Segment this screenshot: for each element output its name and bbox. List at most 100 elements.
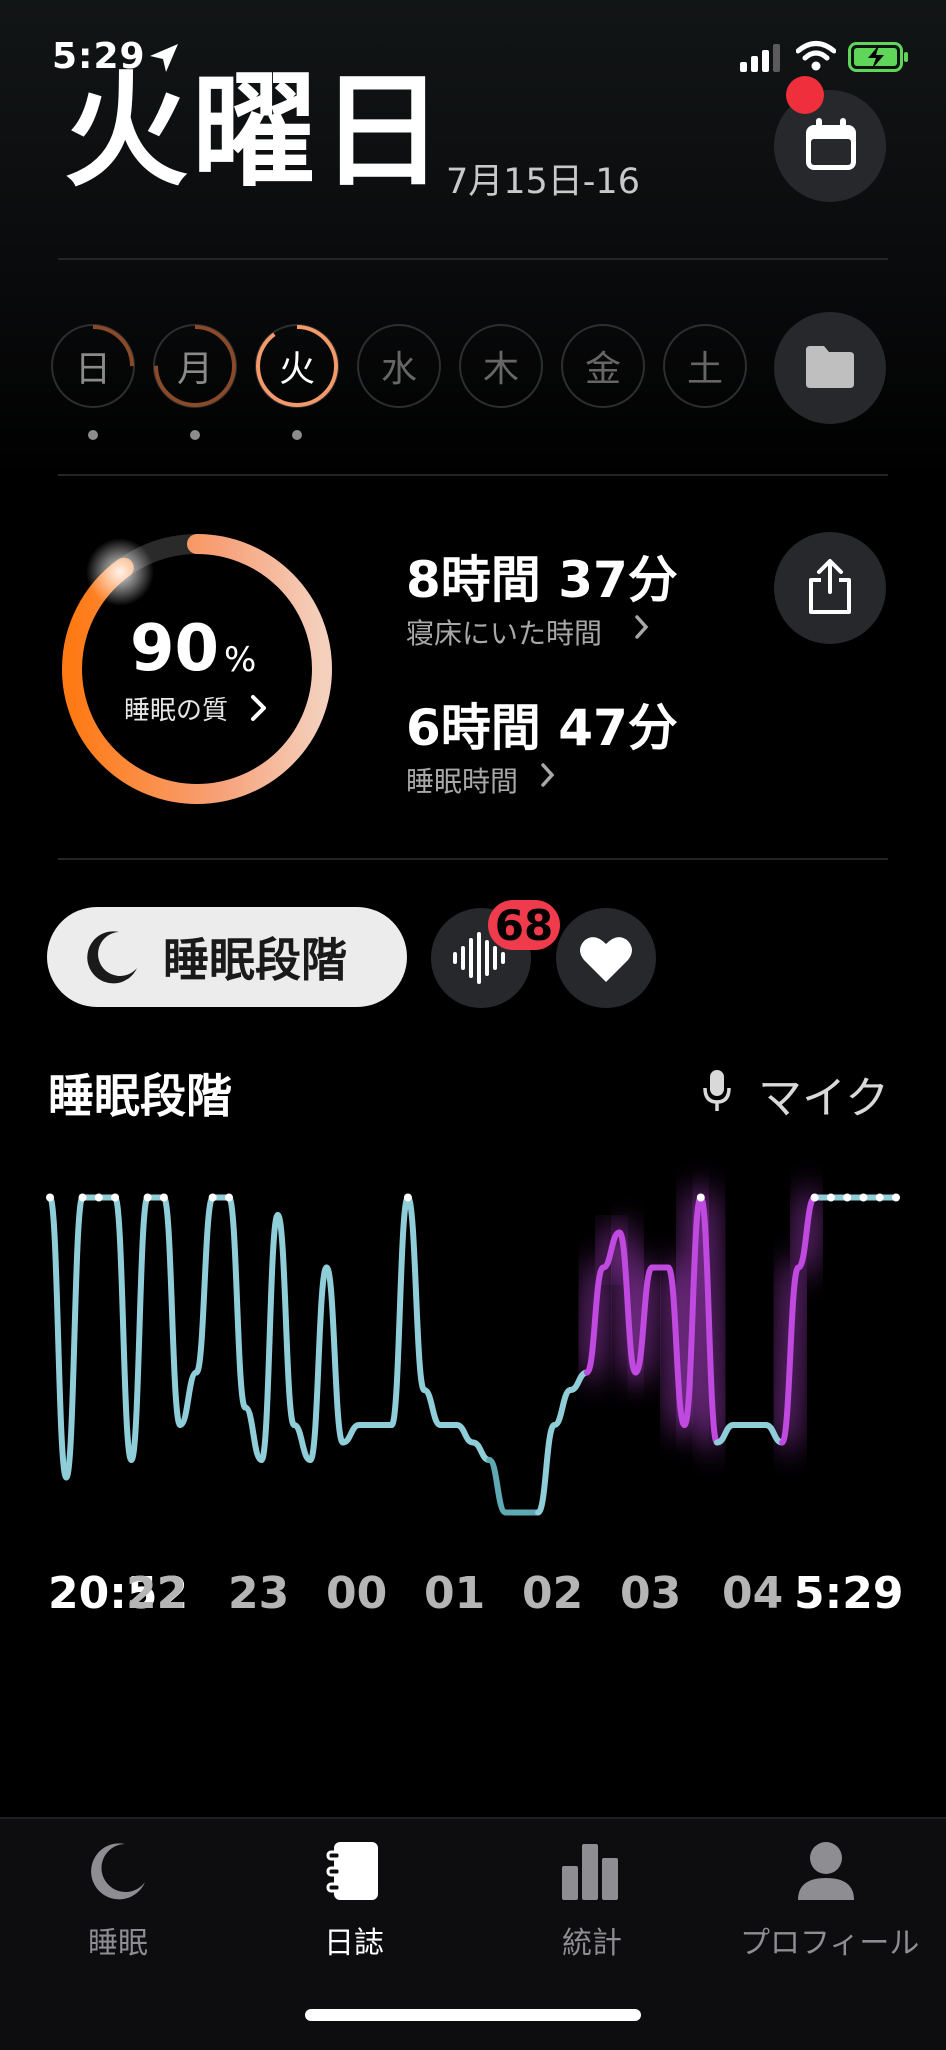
home-indicator: [305, 2009, 641, 2021]
awake-point: [892, 1193, 900, 1202]
sleep-stage-segment: [453, 1422, 476, 1446]
day-1[interactable]: 月: [153, 324, 237, 408]
sleep-stage-segment: [421, 1387, 444, 1428]
sleep-stage-segment: [47, 1194, 70, 1481]
sleep-stage-segment: [128, 1194, 151, 1463]
notification-dot: [786, 76, 824, 114]
sleep-stage-segment: [160, 1194, 184, 1428]
day-label: 水: [380, 349, 417, 390]
moon-icon: [91, 1843, 145, 1900]
day-6[interactable]: 土: [663, 324, 747, 408]
sleep-stage-segment: [388, 1194, 411, 1428]
sleep-stage-segment: [535, 1422, 558, 1516]
share-icon: [809, 559, 851, 614]
day-5[interactable]: 金: [561, 324, 645, 408]
sleep-time-label: 睡眠時間: [406, 765, 519, 798]
sleep-stage-segment: [177, 1369, 200, 1428]
sleep-stage-segment: [291, 1422, 314, 1463]
microphone-label: マイク: [758, 1073, 890, 1124]
cellular-signal-icon: [740, 44, 780, 72]
sleep-stage-segment: [258, 1212, 281, 1463]
chart-title: 睡眠段階: [48, 1069, 232, 1123]
awake-point: [46, 1193, 54, 1202]
x-tick-label: 01: [424, 1568, 486, 1619]
tab-profile-label: プロフィール: [740, 1926, 920, 1961]
sleep-stage-segment: [63, 1194, 86, 1481]
tab-journal-label: 日誌: [324, 1926, 384, 1961]
day-data-dot: [292, 430, 302, 440]
quality-label: 睡眠の質: [124, 696, 229, 726]
chevron-right-icon: [251, 695, 266, 721]
date-range: 7月15日-16: [446, 162, 640, 202]
sleep-stage-segment: [551, 1387, 574, 1428]
tab-statistics-label: 統計: [562, 1926, 622, 1961]
quality-value: 90: [130, 612, 220, 686]
chevron-right-icon: [541, 763, 555, 787]
x-tick-label: 04: [722, 1568, 784, 1619]
heart-icon: [580, 937, 632, 982]
sleep-stage-segment: [225, 1194, 249, 1411]
bar-chart-icon: [562, 1844, 618, 1900]
awake-point: [403, 1193, 412, 1202]
divider: [58, 474, 888, 476]
sleep-stage-segment: [193, 1194, 216, 1376]
tab-sleep-label: 睡眠: [88, 1926, 148, 1961]
heart-rate-tab[interactable]: [556, 908, 656, 1008]
sleep-time-value: 6時間 47分: [406, 699, 678, 757]
tab-journal[interactable]: [274, 1840, 434, 1906]
day-2[interactable]: 火: [255, 324, 339, 408]
sound-count-badge: 68: [488, 900, 560, 950]
day-0[interactable]: 日: [51, 324, 135, 408]
day-label: 日: [74, 349, 111, 390]
awake-point: [159, 1193, 168, 1202]
tab-statistics[interactable]: [510, 1840, 670, 1906]
battery-charging-icon: [848, 42, 908, 72]
sleep-stage-segment: [323, 1264, 346, 1446]
divider: [58, 258, 888, 260]
awake-point: [224, 1193, 233, 1202]
sleep-stage-segment: [307, 1264, 330, 1463]
day-data-dot: [88, 430, 98, 440]
awake-point: [94, 1193, 103, 1202]
wifi-icon: [796, 41, 836, 71]
awake-point: [111, 1193, 120, 1202]
calendar-icon: [806, 118, 856, 170]
awake-point: [78, 1193, 87, 1202]
day-label: 火: [278, 349, 315, 390]
day-label: 金: [584, 349, 621, 390]
x-tick-label: 22: [126, 1568, 188, 1619]
awake-point: [859, 1193, 868, 1202]
sleep-stage-segment: [486, 1457, 509, 1516]
divider: [58, 858, 888, 860]
tab-sleep[interactable]: [38, 1840, 198, 1906]
awake-point: [826, 1193, 835, 1202]
share-button[interactable]: [774, 532, 886, 644]
sleep-stage-chart: [46, 1184, 900, 1516]
awake-point: [843, 1193, 852, 1202]
sleep-stage-segment: [112, 1194, 135, 1463]
day-4[interactable]: 木: [459, 324, 543, 408]
day-label: 木: [482, 349, 519, 390]
journal-icon: [326, 1842, 378, 1900]
sleep-stage-segment: [242, 1404, 265, 1463]
sleep-stage-tab[interactable]: 睡眠段階: [47, 907, 407, 1007]
quality-unit: %: [224, 640, 257, 680]
x-tick-label: 02: [522, 1568, 584, 1619]
moon-icon: [87, 931, 137, 984]
day-label: 土: [686, 349, 723, 390]
sleep-stage-segment: [404, 1194, 428, 1393]
awake-point: [143, 1193, 152, 1202]
x-tick-label: 5:29: [794, 1568, 904, 1619]
day-label: 月: [176, 349, 213, 390]
chevron-right-icon: [635, 615, 649, 639]
day-3[interactable]: 水: [357, 324, 441, 408]
sleep-stage-segment: [567, 1369, 590, 1393]
sleep-stage-tab-label: 睡眠段階: [163, 933, 347, 987]
folder-button[interactable]: [774, 312, 886, 424]
tab-profile[interactable]: [746, 1840, 906, 1906]
x-tick-label: 23: [228, 1568, 290, 1619]
awake-point: [875, 1193, 884, 1202]
day-data-dot: [190, 430, 200, 440]
x-tick-label: 03: [620, 1568, 682, 1619]
page-title-weekday: 火曜日: [64, 60, 449, 204]
